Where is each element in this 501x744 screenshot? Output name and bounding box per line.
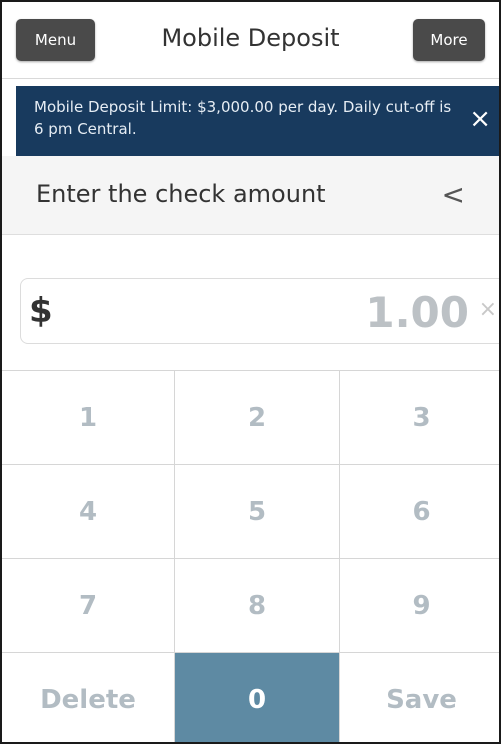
amount-value: 1.00 <box>365 288 469 337</box>
key-3[interactable]: 3 <box>340 371 499 465</box>
close-icon[interactable]: × <box>469 106 491 132</box>
key-9[interactable]: 9 <box>340 559 499 653</box>
key-2[interactable]: 2 <box>175 371 340 465</box>
save-button[interactable]: Save <box>340 653 499 742</box>
key-0[interactable]: 0 <box>175 653 340 742</box>
more-button[interactable]: More <box>413 19 485 61</box>
numeric-keypad: 1 2 3 4 5 6 7 8 9 Delete 0 Save <box>2 370 499 742</box>
chevron-left-icon[interactable]: < <box>442 178 465 211</box>
app-header: Menu Mobile Deposit More <box>2 2 499 79</box>
section-title: Enter the check amount <box>36 180 326 208</box>
key-7[interactable]: 7 <box>2 559 175 653</box>
key-4[interactable]: 4 <box>2 465 175 559</box>
key-8[interactable]: 8 <box>175 559 340 653</box>
currency-symbol: $ <box>29 291 53 331</box>
delete-button[interactable]: Delete <box>2 653 175 742</box>
clear-icon[interactable]: × <box>479 297 497 322</box>
amount-input[interactable]: $ 1.00 × <box>20 278 499 344</box>
key-6[interactable]: 6 <box>340 465 499 559</box>
app-frame: Menu Mobile Deposit More Mobile Deposit … <box>0 0 501 744</box>
amount-section-header: Enter the check amount < <box>2 156 499 235</box>
key-1[interactable]: 1 <box>2 371 175 465</box>
key-5[interactable]: 5 <box>175 465 340 559</box>
banner-text: Mobile Deposit Limit: $3,000.00 per day.… <box>34 98 452 138</box>
deposit-limit-banner: Mobile Deposit Limit: $3,000.00 per day.… <box>16 86 499 156</box>
